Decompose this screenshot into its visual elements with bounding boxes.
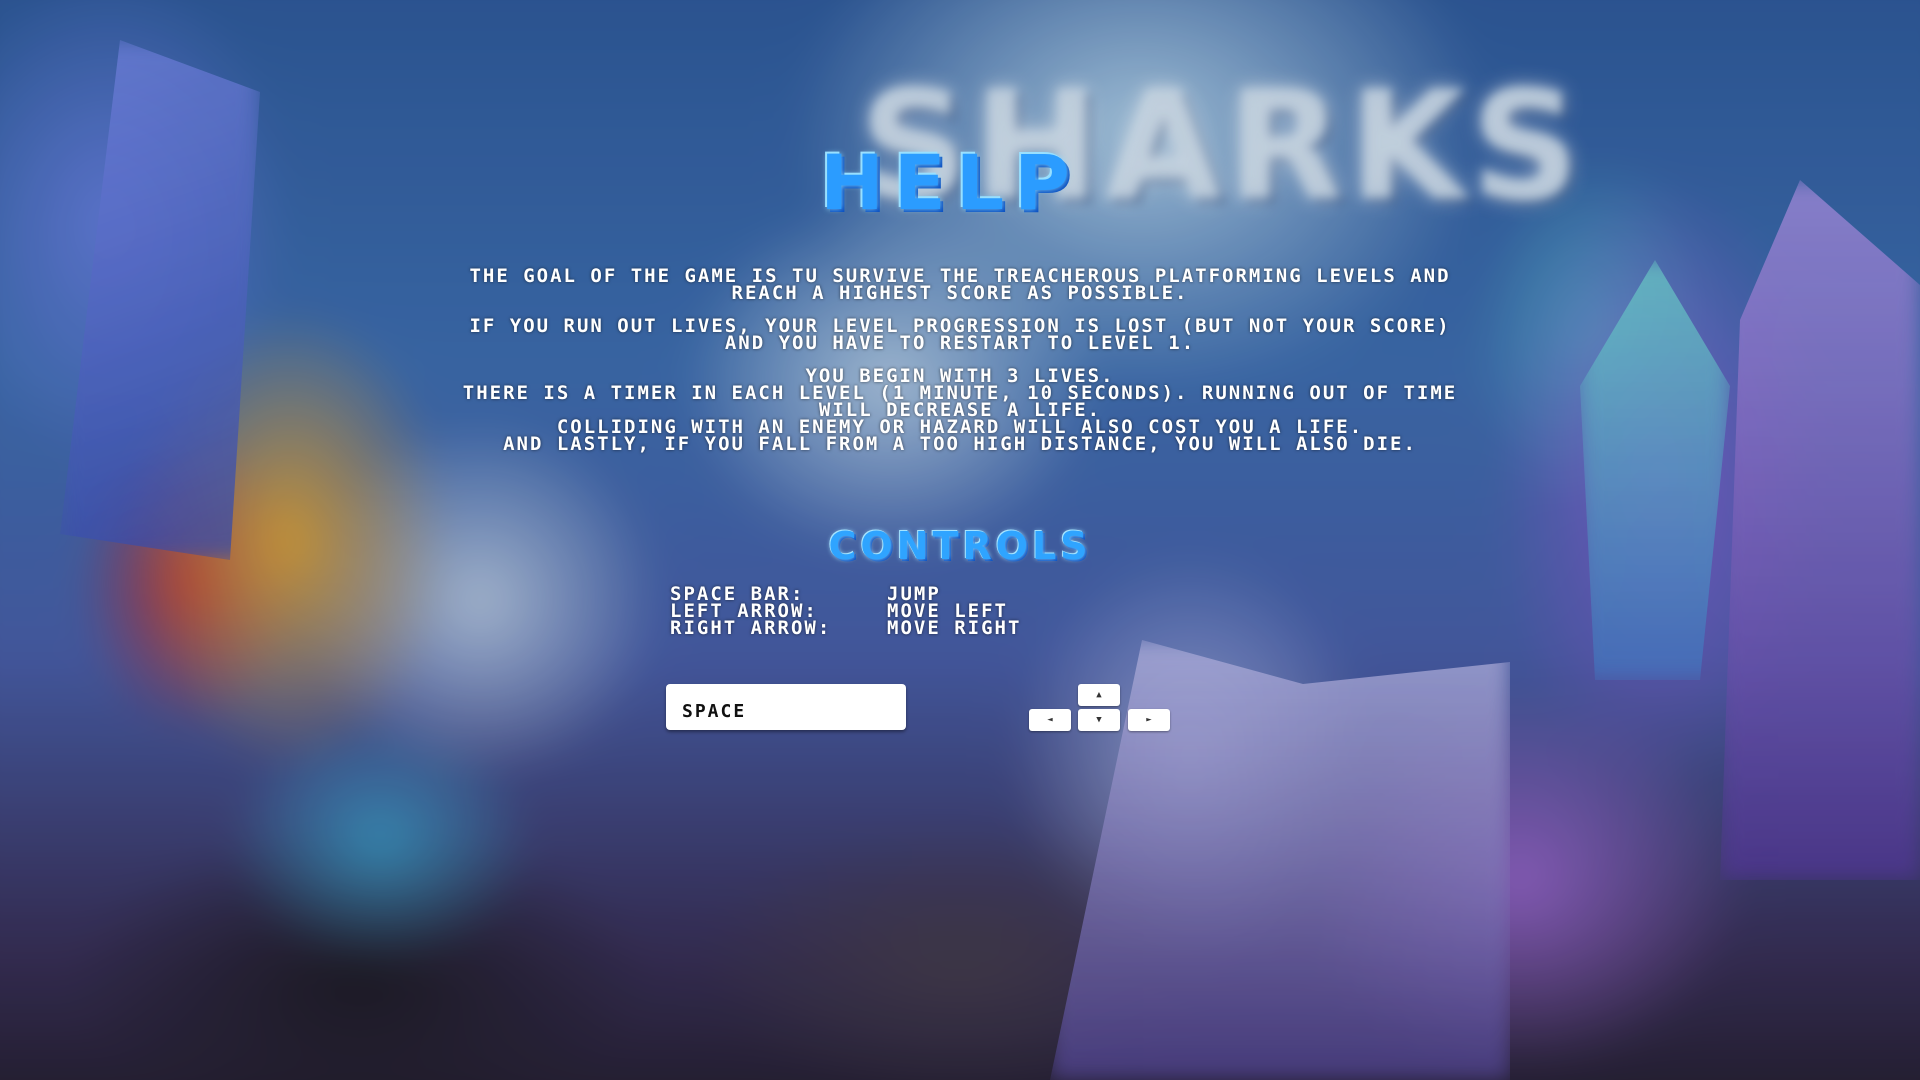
page-title: HELP: [820, 138, 1080, 227]
arrow-down-key-icon: ▼: [1078, 709, 1120, 731]
control-row-right: RIGHT ARROW: MOVE RIGHT: [670, 617, 1022, 639]
control-action-label: MOVE RIGHT: [887, 617, 1022, 639]
rules-paragraph: YOU BEGIN WITH 3 LIVES. THERE IS A TIMER…: [460, 367, 1460, 455]
control-key-label: RIGHT ARROW:: [670, 617, 832, 639]
arrow-left-key-icon: ◄: [1029, 709, 1071, 731]
space-key-label: SPACE: [682, 701, 747, 722]
controls-table: SPACE BAR: JUMP LEFT ARROW: MOVE LEFT RI…: [670, 585, 1022, 639]
rule-line: AND LASTLY, IF YOU FALL FROM A TOO HIGH …: [503, 433, 1417, 455]
space-key-icon: SPACE: [666, 684, 906, 730]
controls-heading: CONTROLS: [828, 524, 1092, 568]
rule-line: THERE IS A TIMER IN EACH LEVEL (1 MINUTE…: [462, 382, 1458, 421]
help-screen: SHARKS HELP THE GOAL OF THE GAME IS TU S…: [0, 0, 1920, 1080]
goal-paragraph: THE GOAL OF THE GAME IS TU SURVIVE THE T…: [469, 265, 1451, 304]
arrow-right-key-icon: ►: [1128, 709, 1170, 731]
lives-paragraph: IF YOU RUN OUT LIVES, YOUR LEVEL PROGRES…: [469, 315, 1451, 354]
arrow-up-key-icon: ▲: [1078, 684, 1120, 706]
